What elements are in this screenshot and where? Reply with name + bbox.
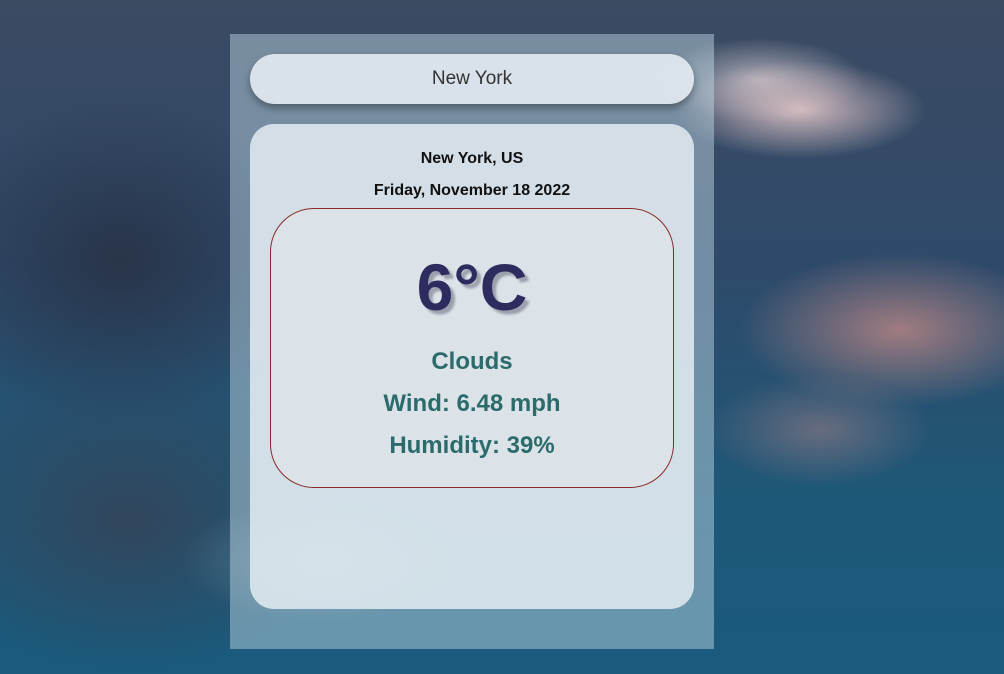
weather-condition: Clouds [431, 348, 513, 375]
wind-speed: Wind: 6.48 mph [383, 390, 561, 417]
search-input[interactable] [250, 68, 694, 90]
location-label: New York, US [420, 150, 524, 167]
humidity-value: Humidity: 39% [389, 432, 555, 459]
weather-card: New York, US Friday, November 18 2022 6°… [250, 124, 694, 609]
temperature-value: 6°C [416, 250, 528, 324]
weather-details-box: 6°C Clouds Wind: 6.48 mph Humidity: 39% [270, 208, 674, 488]
weather-app-panel: New York, US Friday, November 18 2022 6°… [230, 34, 714, 649]
date-label: Friday, November 18 2022 [373, 182, 571, 199]
search-bar[interactable] [250, 54, 694, 104]
